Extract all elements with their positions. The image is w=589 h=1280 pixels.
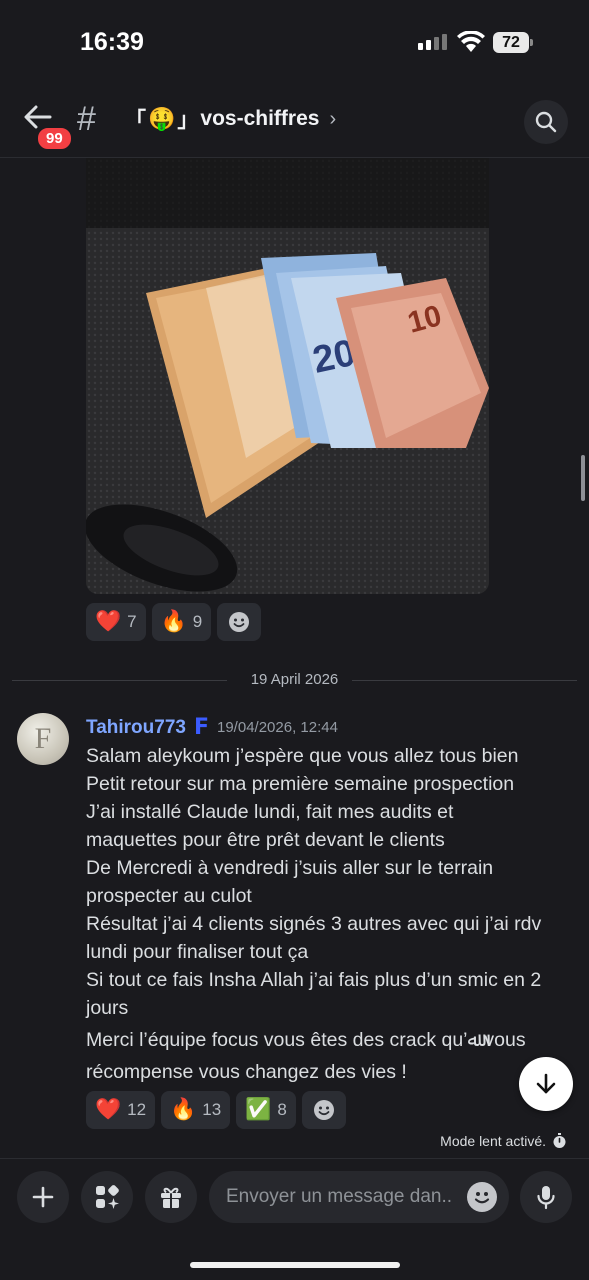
money-face-emoji: 🤑	[148, 106, 176, 131]
reaction-bar-message: ❤️ 12 🔥 13 ✅ 8	[86, 1091, 346, 1129]
channel-bracket-open: 「	[125, 109, 146, 132]
message-header: Tahirou773 F 19/04/2026, 12:44	[86, 715, 338, 740]
heart-emoji: ❤️	[95, 1098, 122, 1121]
reaction-count: 12	[127, 1100, 147, 1119]
clock: 16:39	[80, 28, 144, 56]
channel-header: 99 # 「 🤑 」 vos-chiffres ›	[0, 88, 589, 158]
heart-emoji: ❤️	[95, 610, 122, 633]
username[interactable]: Tahirou773	[86, 717, 186, 739]
signal-icon	[418, 34, 447, 50]
message-line: maquettes pour être prêt devant le clien…	[86, 829, 445, 851]
message-timestamp: 19/04/2026, 12:44	[217, 719, 338, 736]
status-bar: 16:39 72	[0, 0, 589, 88]
message-line: prospecter au culot	[86, 885, 252, 907]
fire-emoji: 🔥	[160, 610, 187, 633]
smile-add-icon	[313, 1100, 334, 1120]
reaction-count: 7	[127, 612, 137, 631]
reaction-fire[interactable]: 🔥 9	[151, 603, 212, 641]
date-divider: 19 April 2026	[12, 668, 577, 692]
wifi-icon	[457, 31, 485, 52]
reaction-count: 9	[192, 612, 203, 631]
unread-badge: 99	[36, 126, 73, 151]
hash-icon: #	[77, 100, 96, 138]
divider-line	[352, 680, 577, 681]
add-reaction-button[interactable]	[217, 603, 262, 641]
home-indicator[interactable]	[190, 1262, 400, 1268]
image-attachment[interactable]: 20 10	[86, 158, 489, 594]
jump-to-bottom-button[interactable]	[519, 1057, 573, 1111]
message-line: Merci l’équipe focus vous êtes des crack…	[86, 1029, 526, 1051]
channel-name: vos-chiffres	[200, 107, 320, 130]
channel-title[interactable]: 「 🤑 」 vos-chiffres ›	[125, 104, 336, 134]
gift-button[interactable]	[145, 1171, 197, 1223]
slowmode-notice: Mode lent activé.	[440, 1133, 567, 1149]
arrow-down-icon	[536, 1073, 556, 1094]
mic-icon	[537, 1186, 555, 1210]
smile-add-icon	[229, 612, 250, 632]
avatar[interactable]: F	[17, 713, 69, 765]
scrollbar[interactable]	[581, 455, 585, 501]
reaction-count: 13	[202, 1100, 222, 1119]
attach-button[interactable]	[17, 1171, 69, 1223]
check-mark-emoji: ✅	[245, 1098, 272, 1121]
message-input[interactable]	[226, 1171, 456, 1223]
message-line: lundi pour finaliser tout ça	[86, 941, 309, 963]
slowmode-label: Mode lent activé.	[440, 1133, 546, 1149]
message-input-container	[209, 1171, 509, 1223]
search-icon	[535, 111, 557, 133]
photo-banknotes: 20 10	[86, 158, 489, 594]
reaction-heart[interactable]: ❤️ 7	[86, 603, 146, 641]
reaction-check[interactable]: ✅ 8	[236, 1091, 296, 1129]
apps-button[interactable]	[81, 1171, 133, 1223]
reaction-heart[interactable]: ❤️ 12	[86, 1091, 156, 1129]
reaction-bar-photo: ❤️ 7 🔥 9	[86, 603, 262, 641]
fire-emoji: 🔥	[170, 1098, 197, 1121]
apps-icon	[96, 1185, 119, 1209]
chevron-right-icon: ›	[329, 107, 337, 130]
emoji-button[interactable]	[467, 1182, 497, 1212]
message-line: Salam aleykoum j’espère que vous allez t…	[86, 745, 519, 767]
message-line: jours	[86, 997, 129, 1019]
gift-icon	[161, 1187, 181, 1208]
stopwatch-icon	[553, 1133, 566, 1148]
message-line: récompense vous changez des vies !	[86, 1061, 407, 1083]
role-badge-icon: F	[193, 715, 209, 740]
channel-bracket-close: 」	[177, 109, 199, 132]
message-line: Résultat j’ai 4 clients signés 3 autres …	[86, 913, 542, 935]
voice-message-button[interactable]	[520, 1171, 572, 1223]
add-reaction-button[interactable]	[301, 1091, 346, 1129]
reaction-fire[interactable]: 🔥 13	[161, 1091, 231, 1129]
message-line: Si tout ce fais Insha Allah j’ai fais pl…	[86, 969, 542, 991]
message-line: Petit retour sur ma première semaine pro…	[86, 773, 515, 795]
plus-icon	[32, 1186, 54, 1208]
emoji-icon	[474, 1192, 490, 1204]
message-line: J’ai installé Claude lundi, fait mes aud…	[86, 801, 454, 823]
battery-icon: 72	[493, 32, 529, 53]
battery-tip	[530, 39, 533, 46]
message-content: Salam aleykoum j’espère que vous allez t…	[86, 742, 566, 1086]
search-button[interactable]	[524, 100, 568, 144]
message-line: De Mercredi à vendredi j’suis aller sur …	[86, 857, 494, 879]
reaction-count: 8	[277, 1100, 287, 1119]
